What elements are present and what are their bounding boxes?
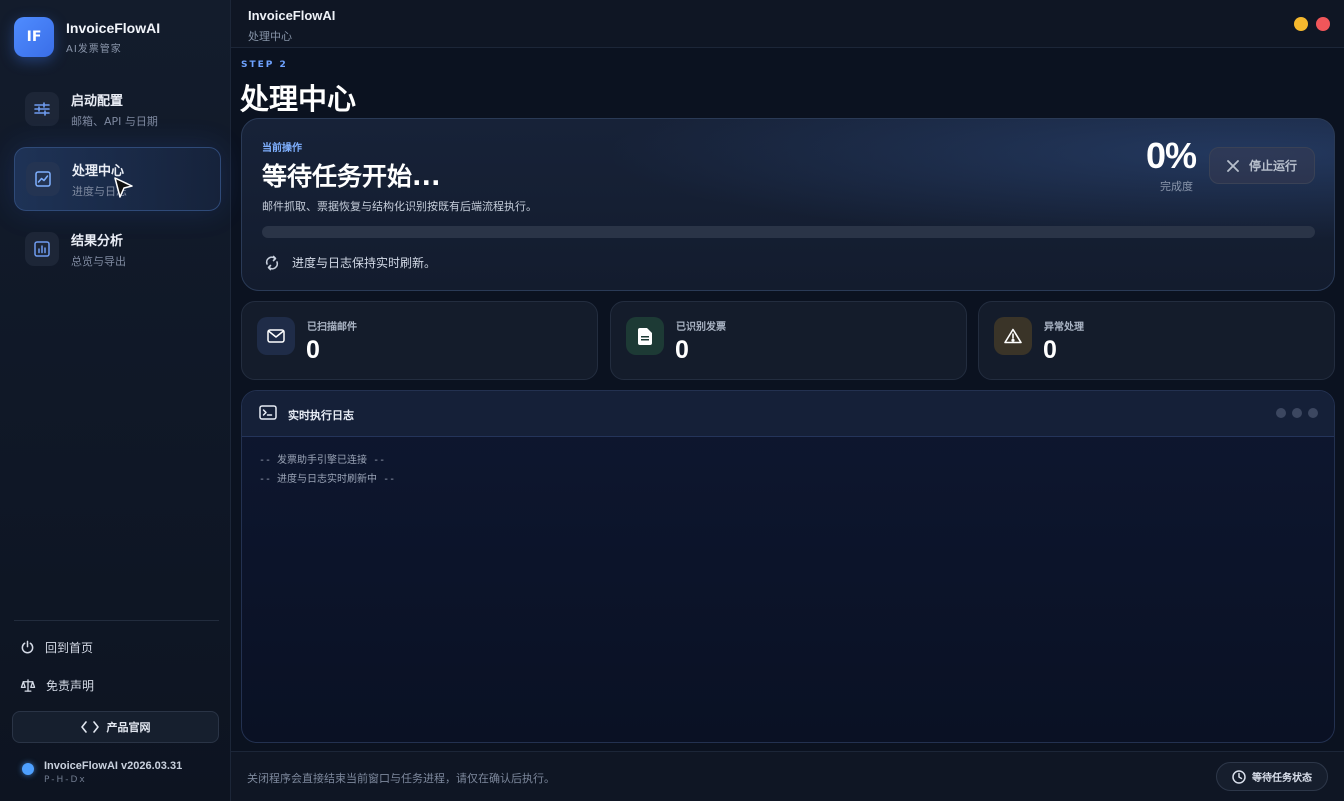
- completion-label: 完成度: [1160, 180, 1193, 193]
- stat-value: 0: [675, 336, 689, 364]
- close-button[interactable]: [1316, 17, 1330, 31]
- refresh-note-label: 进度与日志保持实时刷新。: [292, 256, 437, 270]
- footer: 关闭程序会直接结束当前窗口与任务进程，请仅在确认后执行。 等待任务状态: [231, 751, 1344, 801]
- log-line: -- 发票助手引擎已连接 --: [259, 455, 386, 466]
- refresh-icon: [265, 255, 279, 270]
- log-dot-1: [1276, 408, 1286, 418]
- version-author: P-H-Dx: [44, 775, 87, 785]
- nav-subtitle: 邮箱、API 与日期: [71, 114, 158, 128]
- chart-line-icon: [26, 162, 60, 196]
- log-dot-3: [1308, 408, 1318, 418]
- power-icon: [21, 640, 34, 654]
- stat-card-exceptions: 异常处理 0: [978, 301, 1335, 380]
- product-site-label: 产品官网: [106, 721, 151, 734]
- version-info: InvoiceFlowAI v2026.03.31 P-H-Dx: [22, 760, 182, 785]
- task-status-button[interactable]: 等待任务状态: [1216, 762, 1328, 791]
- nav-item-results[interactable]: 结果分析 总览与导出: [14, 217, 221, 281]
- log-header: 实时执行日志: [242, 391, 1334, 437]
- operation-title: 等待任务开始...: [262, 162, 441, 191]
- stat-label: 已扫描邮件: [307, 322, 357, 333]
- version-name: InvoiceFlowAI v2026.03.31: [44, 760, 183, 772]
- terminal-icon: [259, 405, 277, 424]
- nav-subtitle: 总览与导出: [71, 254, 126, 268]
- nav-item-config[interactable]: 启动配置 邮箱、API 与日期: [14, 77, 221, 141]
- sidebar-divider: [14, 620, 219, 621]
- warning-icon: [994, 317, 1032, 355]
- log-dot-2: [1292, 408, 1302, 418]
- brand-logo: IF: [14, 17, 54, 57]
- stat-value: 0: [1043, 336, 1057, 364]
- window-title: InvoiceFlowAI: [248, 8, 336, 23]
- log-line: -- 进度与日志实时刷新中 --: [259, 474, 396, 485]
- scale-icon: [20, 679, 36, 692]
- code-icon: [80, 721, 99, 733]
- stat-card-invoices: 已识别发票 0: [610, 301, 967, 380]
- progress-bar: [262, 226, 1315, 238]
- brand-subtitle: AI发票管家: [66, 43, 122, 55]
- sidebar: IF InvoiceFlowAI AI发票管家 启动配置 邮箱、API 与日期 …: [0, 0, 231, 801]
- log-title: 实时执行日志: [288, 409, 354, 422]
- stop-button[interactable]: 停止运行: [1209, 147, 1315, 184]
- completion-percent: 0%: [1146, 135, 1197, 176]
- page-title: 处理中心: [240, 82, 357, 116]
- mouse-cursor-icon: [113, 176, 135, 204]
- brand: IF InvoiceFlowAI AI发票管家: [14, 17, 160, 57]
- stat-label: 异常处理: [1044, 322, 1084, 333]
- status-dot: [22, 763, 34, 775]
- stat-label: 已识别发票: [676, 322, 726, 333]
- disclaimer-link-label: 免责声明: [46, 679, 95, 693]
- document-icon: [626, 317, 664, 355]
- nav-title: 启动配置: [71, 93, 124, 109]
- bar-chart-icon: [25, 232, 59, 266]
- step-label: STEP 2: [241, 60, 288, 70]
- close-icon: [1227, 159, 1239, 172]
- home-link-label: 回到首页: [45, 641, 94, 655]
- refresh-note: 进度与日志保持实时刷新。: [264, 254, 436, 271]
- product-site-button[interactable]: 产品官网: [12, 711, 219, 743]
- window-subtitle: 处理中心: [248, 30, 292, 43]
- stat-value: 0: [306, 336, 320, 364]
- disclaimer-link[interactable]: 免责声明: [20, 677, 94, 694]
- log-content[interactable]: -- 发票助手引擎已连接 -- -- 进度与日志实时刷新中 --: [259, 451, 395, 489]
- clock-icon: [1232, 769, 1246, 784]
- task-status-label: 等待任务状态: [1252, 773, 1312, 784]
- brand-name: InvoiceFlowAI: [66, 19, 161, 36]
- stat-card-emails: 已扫描邮件 0: [241, 301, 598, 380]
- footer-note: 关闭程序会直接结束当前窗口与任务进程，请仅在确认后执行。: [247, 772, 555, 785]
- home-link[interactable]: 回到首页: [20, 639, 93, 656]
- title-bar: InvoiceFlowAI 处理中心: [231, 0, 1344, 48]
- operation-description: 邮件抓取、票据恢复与结构化识别按既有后端流程执行。: [262, 200, 537, 213]
- stop-button-label: 停止运行: [1248, 159, 1297, 173]
- minimize-button[interactable]: [1294, 17, 1308, 31]
- operation-label: 当前操作: [262, 143, 302, 154]
- nav-title: 结果分析: [71, 233, 124, 249]
- mail-icon: [257, 317, 295, 355]
- log-panel: 实时执行日志 -- 发票助手引擎已连接 -- -- 进度与日志实时刷新中 --: [241, 390, 1335, 743]
- sliders-icon: [25, 92, 59, 126]
- operation-card: 当前操作 等待任务开始... 邮件抓取、票据恢复与结构化识别按既有后端流程执行。…: [241, 118, 1335, 291]
